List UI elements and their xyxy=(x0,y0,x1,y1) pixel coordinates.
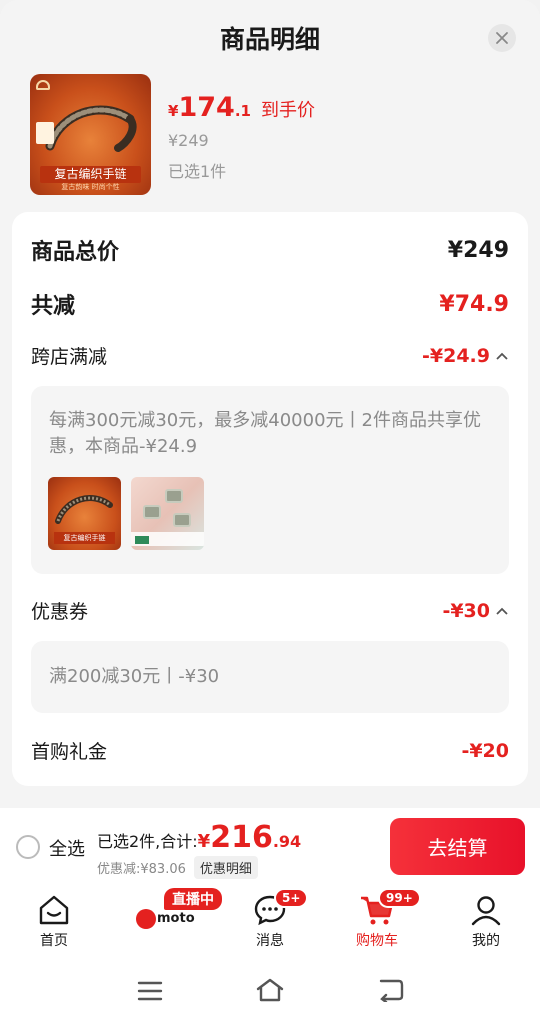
original-price: ¥249 xyxy=(168,131,209,150)
coupon-detail-panel: 满200减30元丨-¥30 xyxy=(31,641,509,713)
checkout-button[interactable]: 去结算 xyxy=(390,818,525,875)
selected-count: 已选1件 xyxy=(168,162,227,181)
menu-icon[interactable] xyxy=(137,980,163,1002)
total-price-row: 商品总价 ¥249 xyxy=(31,234,509,266)
coupon-label: 优惠券 xyxy=(31,601,89,623)
select-all-label[interactable]: 全选 xyxy=(49,835,85,861)
tab-mine[interactable]: 我的 xyxy=(446,894,526,950)
tab-messages-label: 消息 xyxy=(256,933,284,949)
moto-logo-icon[interactable] xyxy=(136,909,156,929)
discount-text: 优惠减:¥83.06 xyxy=(97,862,186,877)
product-image-caption: 复古编织手链 xyxy=(40,166,141,183)
system-navigation-bar xyxy=(0,956,540,1023)
cross-store-detail-panel: 每满300元减30元，最多减40000元丨2件商品共享优惠，本商品-¥24.9 … xyxy=(31,386,509,574)
coupon-row[interactable]: 优惠券 -¥30 xyxy=(31,597,509,624)
first-gift-label: 首购礼金 xyxy=(31,741,108,763)
chevron-up-icon[interactable] xyxy=(495,351,509,361)
price-tail-label: 到手价 xyxy=(260,100,315,121)
ring-shape xyxy=(143,505,161,519)
cart-summary: 已选2件,合计: ¥ 216 .94 xyxy=(97,820,301,855)
discount-detail-button[interactable]: 优惠明细 xyxy=(193,856,258,879)
tab-mine-label: 我的 xyxy=(472,933,500,949)
thumbnail-badge xyxy=(135,536,149,544)
cart-badge: 99+ xyxy=(378,888,421,908)
product-image[interactable]: 复古编织手链 复古韵味 时尚个性 xyxy=(30,74,151,195)
tab-home[interactable]: 首页 xyxy=(14,894,94,950)
first-gift-value: -¥20 xyxy=(461,739,509,762)
coupon-description: 满200减30元丨-¥30 xyxy=(49,666,220,687)
tab-home-label: 首页 xyxy=(40,933,68,949)
discount-summary: 优惠减:¥83.06 优惠明细 xyxy=(97,856,258,879)
home-icon xyxy=(39,895,69,925)
price-decimal: .1 xyxy=(234,102,251,120)
final-price: ¥ 174 .1 到手价 xyxy=(168,92,315,123)
product-tag xyxy=(36,122,54,144)
total-price-label: 商品总价 xyxy=(31,240,120,265)
messages-badge: 5+ xyxy=(274,888,309,908)
price-symbol: ¥ xyxy=(168,102,179,120)
price-breakdown-card: 商品总价 ¥249 共减 ¥74.9 跨店满减 -¥24.9 每满300元减30… xyxy=(12,212,528,786)
product-detail-sheet: 商品明细 复古编织手链 复古韵味 时尚个性 ¥ 174 .1 到手价 ¥249 … xyxy=(0,0,540,808)
summary-prefix: 已选2件,合计: xyxy=(97,832,198,851)
product-image-subcaption: 复古韵味 时尚个性 xyxy=(61,183,120,191)
back-icon[interactable] xyxy=(377,978,405,1002)
select-all-radio[interactable] xyxy=(16,835,40,859)
chevron-up-icon[interactable] xyxy=(495,606,509,616)
sum-decimal: .94 xyxy=(272,832,302,851)
close-button[interactable] xyxy=(488,24,516,52)
sum-integer: 216 xyxy=(210,820,273,855)
cross-store-description: 每满300元减30元，最多减40000元丨2件商品共享优惠，本商品-¥24.9 xyxy=(49,410,481,457)
total-reduce-row: 共减 ¥74.9 xyxy=(31,288,509,320)
total-price-value: ¥249 xyxy=(447,237,509,263)
sum-symbol: ¥ xyxy=(197,831,211,852)
first-gift-row: 首购礼金 -¥20 xyxy=(31,737,509,764)
home-nav-icon[interactable] xyxy=(255,977,285,1003)
user-icon xyxy=(471,896,501,926)
bottom-tabbar: 首页 消息 购物车 我的 xyxy=(0,886,540,956)
thumbnail-caption: 复古编织手链 xyxy=(54,532,115,544)
coupon-value: -¥30 xyxy=(442,599,490,622)
close-icon xyxy=(496,32,508,44)
live-brand-label[interactable]: moto xyxy=(157,911,195,926)
tab-cart-label: 购物车 xyxy=(356,933,398,949)
cross-store-label: 跨店满减 xyxy=(31,346,108,368)
ring-shape xyxy=(173,513,191,527)
cross-store-value: -¥24.9 xyxy=(422,344,490,367)
live-badge[interactable]: 直播中 xyxy=(164,888,222,910)
price-integer: 174 xyxy=(178,92,235,123)
checkout-bar: 全选 已选2件,合计: ¥ 216 .94 优惠减:¥83.06 优惠明细 去结… xyxy=(0,808,540,886)
total-reduce-label: 共减 xyxy=(31,294,76,319)
sheet-title: 商品明细 xyxy=(219,25,320,54)
cross-store-row[interactable]: 跨店满减 -¥24.9 xyxy=(31,342,509,369)
cart-item-thumbnail[interactable] xyxy=(131,477,204,550)
ring-shape xyxy=(165,489,183,503)
total-reduce-value: ¥74.9 xyxy=(439,291,509,317)
cart-item-thumbnail[interactable]: 复古编织手链 xyxy=(48,477,121,550)
